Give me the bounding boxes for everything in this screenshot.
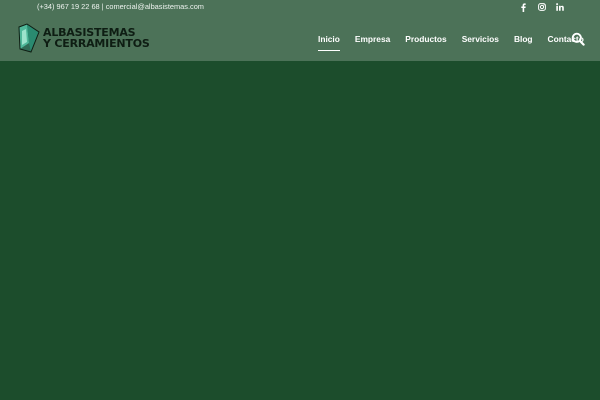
linkedin-icon[interactable] xyxy=(555,2,564,12)
site-logo[interactable]: ALBASISTEMAS Y CERRAMIENTOS xyxy=(18,23,150,53)
contact-info: (+34) 967 19 22 68 | comercial@albasiste… xyxy=(37,2,204,11)
hero-area xyxy=(0,61,600,400)
nav-item-empresa[interactable]: Empresa xyxy=(355,34,390,44)
nav-item-blog[interactable]: Blog xyxy=(514,34,533,44)
main-nav: Inicio Empresa Productos Servicios Blog … xyxy=(318,32,584,51)
top-bar: (+34) 967 19 22 68 | comercial@albasiste… xyxy=(0,0,600,14)
search-icon[interactable] xyxy=(571,32,585,46)
logo-wordmark: ALBASISTEMAS Y CERRAMIENTOS xyxy=(43,27,150,49)
nav-item-servicios[interactable]: Servicios xyxy=(462,34,499,44)
logo-line-2: Y CERRAMIENTOS xyxy=(43,37,150,50)
instagram-icon[interactable] xyxy=(537,2,546,12)
nav-item-productos[interactable]: Productos xyxy=(405,34,446,44)
social-links xyxy=(519,1,564,13)
facebook-icon[interactable] xyxy=(519,2,528,12)
nav-item-inicio[interactable]: Inicio xyxy=(318,34,340,51)
logo-icon xyxy=(18,23,40,53)
site-header: (+34) 967 19 22 68 | comercial@albasiste… xyxy=(0,0,600,61)
